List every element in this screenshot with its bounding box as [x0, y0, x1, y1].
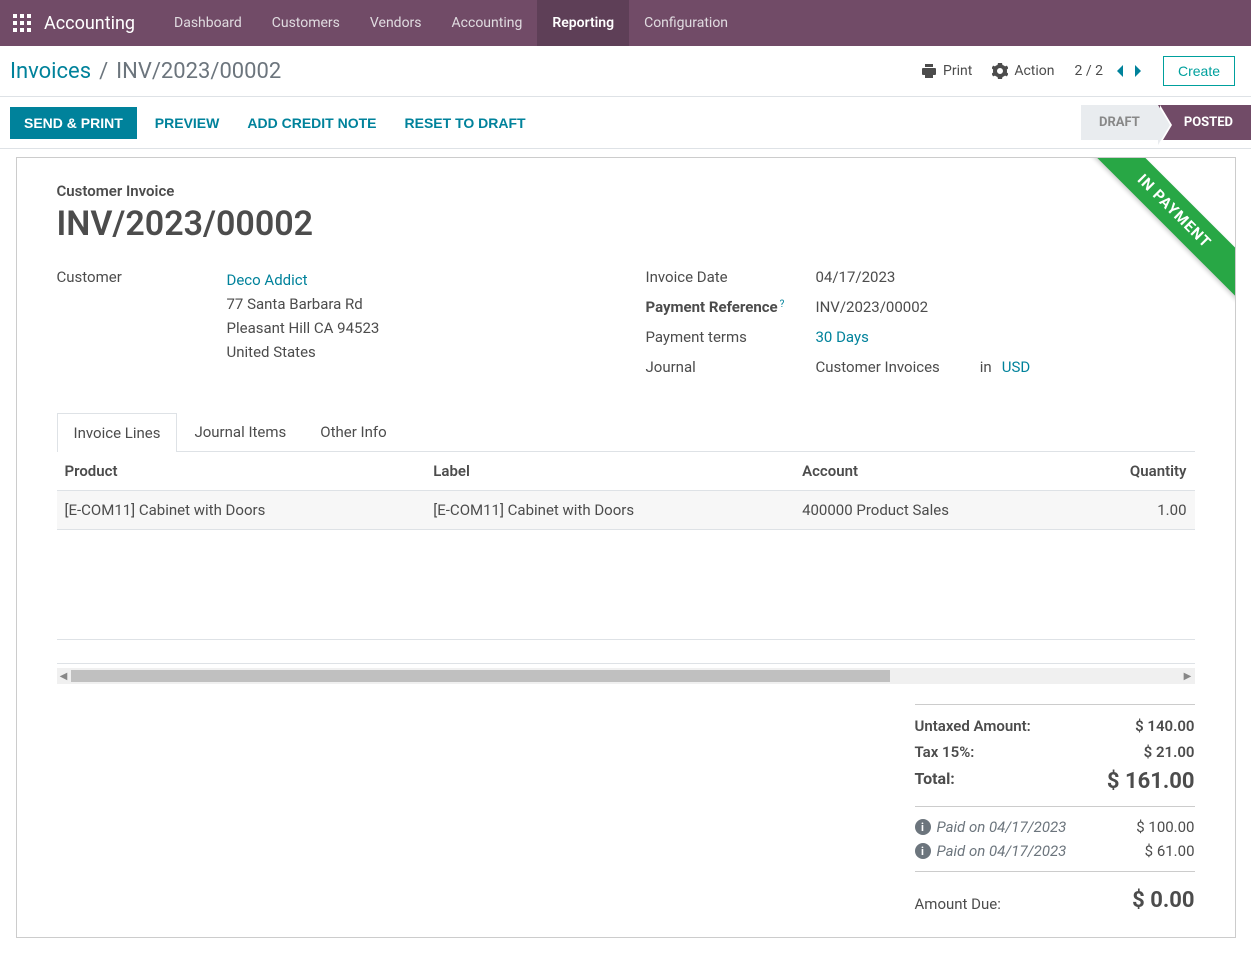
add-credit-note-button[interactable]: ADD CREDIT NOTE: [237, 107, 386, 139]
payment-terms-label: Payment terms: [646, 328, 816, 346]
customer-city: Pleasant Hill CA 94523: [227, 316, 380, 340]
menu-accounting[interactable]: Accounting: [437, 0, 538, 46]
payment-ref-label: Payment Reference?: [646, 298, 816, 316]
breadcrumb-parent[interactable]: Invoices: [10, 59, 91, 84]
info-icon[interactable]: i: [915, 819, 931, 835]
in-text: in: [980, 358, 992, 376]
pager-next[interactable]: [1133, 64, 1143, 78]
tabs: Invoice Lines Journal Items Other Info: [57, 412, 1195, 452]
customer-name[interactable]: Deco Addict: [227, 268, 380, 292]
pager-text: 2 / 2: [1075, 63, 1103, 79]
table-footer-space: [57, 640, 1195, 664]
status-draft[interactable]: DRAFT: [1081, 105, 1158, 140]
horizontal-scrollbar[interactable]: ◀ ▶: [57, 668, 1195, 684]
invoice-lines-table: Product Label Account Quantity [E-COM11]…: [57, 452, 1195, 530]
payment-1-value: $ 100.00: [1136, 818, 1194, 836]
tab-other-info[interactable]: Other Info: [303, 412, 403, 451]
total-value: $ 161.00: [1107, 769, 1195, 794]
menu-vendors[interactable]: Vendors: [355, 0, 437, 46]
gear-icon: [992, 63, 1008, 79]
untaxed-value: $ 140.00: [1135, 717, 1194, 735]
menu-customers[interactable]: Customers: [257, 0, 355, 46]
print-button[interactable]: Print: [921, 63, 972, 79]
cell-label: [E-COM11] Cabinet with Doors: [425, 491, 794, 530]
apps-icon[interactable]: [8, 9, 36, 37]
pager-prev[interactable]: [1115, 64, 1125, 78]
cell-quantity: 1.00: [1071, 491, 1194, 530]
statusbar: DRAFT POSTED: [1081, 105, 1251, 140]
totals-section: Untaxed Amount: $ 140.00 Tax 15%: $ 21.0…: [57, 704, 1195, 913]
currency-value[interactable]: USD: [1002, 358, 1030, 376]
nav-menu: Dashboard Customers Vendors Accounting R…: [159, 0, 743, 46]
amount-due-label: Amount Due:: [915, 895, 1001, 913]
cell-account: 400000 Product Sales: [794, 491, 1071, 530]
breadcrumb-current: INV/2023/00002: [116, 59, 281, 84]
amount-due-value: $ 0.00: [1132, 888, 1194, 913]
table-empty-space: [57, 530, 1195, 640]
customer-country: United States: [227, 340, 380, 364]
menu-dashboard[interactable]: Dashboard: [159, 0, 257, 46]
col-account[interactable]: Account: [794, 452, 1071, 491]
form-sheet: IN PAYMENT Customer Invoice INV/2023/000…: [16, 157, 1236, 938]
action-label: Action: [1014, 63, 1054, 79]
scrollbar-thumb[interactable]: [71, 670, 890, 682]
payment-2-value: $ 61.00: [1145, 842, 1195, 860]
col-quantity[interactable]: Quantity: [1071, 452, 1194, 491]
print-icon: [921, 63, 937, 79]
menu-reporting[interactable]: Reporting: [537, 0, 629, 46]
control-panel: Invoices / INV/2023/00002 Print Action 2…: [0, 46, 1251, 149]
journal-label: Journal: [646, 358, 816, 376]
journal-value: Customer Invoices: [816, 358, 940, 376]
menu-configuration[interactable]: Configuration: [629, 0, 743, 46]
scroll-right-icon[interactable]: ▶: [1181, 668, 1195, 684]
payment-1-label: Paid on 04/17/2023: [937, 818, 1067, 836]
info-icon[interactable]: i: [915, 843, 931, 859]
send-print-button[interactable]: SEND & PRINT: [10, 107, 137, 139]
preview-button[interactable]: PREVIEW: [145, 107, 230, 139]
create-button[interactable]: Create: [1163, 56, 1235, 86]
untaxed-label: Untaxed Amount:: [915, 717, 1031, 735]
customer-street: 77 Santa Barbara Rd: [227, 292, 380, 316]
tab-journal-items[interactable]: Journal Items: [177, 412, 303, 451]
tax-label: Tax 15%:: [915, 743, 975, 761]
app-brand[interactable]: Accounting: [44, 13, 135, 34]
pager: 2 / 2: [1075, 63, 1143, 79]
record-type-label: Customer Invoice: [57, 182, 1195, 200]
payment-terms-value[interactable]: 30 Days: [816, 328, 869, 346]
record-name: INV/2023/00002: [57, 204, 1195, 244]
tax-value: $ 21.00: [1144, 743, 1195, 761]
action-button[interactable]: Action: [992, 63, 1054, 79]
scroll-left-icon[interactable]: ◀: [57, 668, 71, 684]
col-product[interactable]: Product: [57, 452, 426, 491]
col-label[interactable]: Label: [425, 452, 794, 491]
tab-invoice-lines[interactable]: Invoice Lines: [57, 413, 178, 452]
invoice-date-label: Invoice Date: [646, 268, 816, 286]
navbar: Accounting Dashboard Customers Vendors A…: [0, 0, 1251, 46]
total-label: Total:: [915, 769, 955, 794]
cell-product: [E-COM11] Cabinet with Doors: [57, 491, 426, 530]
payment-2-label: Paid on 04/17/2023: [937, 842, 1067, 860]
customer-label: Customer: [57, 268, 227, 286]
reset-to-draft-button[interactable]: RESET TO DRAFT: [395, 107, 536, 139]
invoice-date-value: 04/17/2023: [816, 268, 896, 286]
print-label: Print: [943, 63, 972, 79]
help-icon[interactable]: ?: [780, 299, 785, 310]
table-row[interactable]: [E-COM11] Cabinet with Doors [E-COM11] C…: [57, 491, 1195, 530]
breadcrumb-separator: /: [99, 59, 108, 84]
payment-ref-value: INV/2023/00002: [816, 298, 929, 316]
breadcrumb: Invoices / INV/2023/00002: [10, 59, 281, 84]
